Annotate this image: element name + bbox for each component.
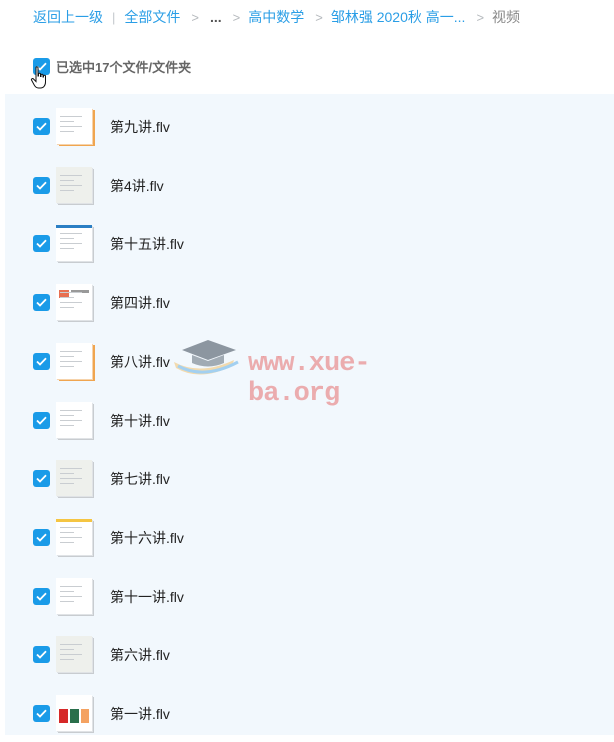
file-thumbnail[interactable] <box>56 695 92 731</box>
back-link[interactable]: 返回上一级 <box>33 7 103 27</box>
file-thumbnail[interactable] <box>56 284 92 321</box>
file-thumbnail[interactable] <box>56 166 92 203</box>
file-checkbox[interactable] <box>33 646 50 664</box>
check-icon <box>36 416 47 425</box>
file-name[interactable]: 第十六讲.flv <box>110 528 184 548</box>
check-icon <box>36 357 47 366</box>
file-name[interactable]: 第十一讲.flv <box>110 587 184 607</box>
file-thumbnail[interactable] <box>56 460 92 497</box>
all-files-link[interactable]: 全部文件 <box>124 7 180 27</box>
file-checkbox[interactable] <box>33 528 50 546</box>
breadcrumb: 返回上一级 | 全部文件 > ... > 高中数学 > 邹林强 2020秋 高一… <box>0 0 614 34</box>
file-name[interactable]: 第九讲.flv <box>110 117 170 137</box>
breadcrumb-current: 视频 <box>492 9 521 25</box>
selection-bar: 已选中17个文件/文件夹 <box>0 46 614 86</box>
file-name[interactable]: 第一讲.flv <box>110 704 170 724</box>
file-row[interactable]: 第七讲.flv <box>5 449 614 507</box>
file-row[interactable]: 第八讲.flv <box>5 332 614 390</box>
check-icon <box>36 592 47 601</box>
file-row[interactable]: 第十一讲.flv <box>5 567 614 625</box>
file-checkbox[interactable] <box>33 235 50 253</box>
breadcrumb-folder-math[interactable]: 高中数学 <box>248 7 304 27</box>
check-icon <box>36 181 47 190</box>
file-checkbox[interactable] <box>33 352 50 370</box>
hand-cursor-icon <box>30 66 46 89</box>
file-checkbox[interactable] <box>33 470 50 488</box>
file-checkbox[interactable] <box>33 705 50 722</box>
file-thumbnail[interactable] <box>56 342 92 379</box>
file-name[interactable]: 第四讲.flv <box>110 293 170 313</box>
file-checkbox[interactable] <box>33 118 50 135</box>
check-icon <box>36 474 47 483</box>
file-thumbnail[interactable] <box>56 577 92 614</box>
file-row[interactable]: 第十五讲.flv <box>5 214 614 272</box>
check-icon <box>36 650 47 660</box>
file-checkbox[interactable] <box>33 587 50 605</box>
check-icon <box>36 239 47 249</box>
file-thumbnail[interactable] <box>56 225 92 262</box>
file-row[interactable]: 第四讲.flv <box>5 273 614 331</box>
file-checkbox[interactable] <box>33 294 50 312</box>
file-row[interactable]: 第十讲.flv <box>5 391 614 449</box>
file-row[interactable]: 第九讲.flv <box>5 97 614 155</box>
file-checkbox[interactable] <box>33 411 50 429</box>
file-thumbnail[interactable] <box>56 636 92 673</box>
selection-count-label: 已选中17个文件/文件夹 <box>56 59 192 75</box>
check-icon <box>36 709 47 718</box>
file-thumbnail[interactable] <box>56 518 92 555</box>
file-row[interactable]: 第十六讲.flv <box>5 508 614 566</box>
file-thumbnail[interactable] <box>56 401 92 438</box>
breadcrumb-folder-course[interactable]: 邹林强 2020秋 高一... <box>331 7 466 27</box>
chevron-right-icon: > <box>476 9 485 25</box>
file-row[interactable]: 第六讲.flv <box>5 625 614 683</box>
file-name[interactable]: 第十讲.flv <box>110 411 170 431</box>
check-icon <box>36 533 47 542</box>
file-name[interactable]: 第六讲.flv <box>110 645 170 665</box>
chevron-right-icon: > <box>232 9 241 25</box>
file-list: 第九讲.flv 第4讲.flv 第十五讲.flv 第四讲.flv 第八讲.flv 第十讲.… <box>5 94 614 735</box>
chevron-right-icon: > <box>315 9 323 25</box>
file-row[interactable]: 第一讲.flv <box>5 684 614 742</box>
file-checkbox[interactable] <box>33 176 50 194</box>
check-icon <box>36 122 47 131</box>
file-name[interactable]: 第4讲.flv <box>110 176 164 196</box>
file-name[interactable]: 第十五讲.flv <box>110 234 184 254</box>
file-name[interactable]: 第七讲.flv <box>110 469 170 489</box>
file-name[interactable]: 第八讲.flv <box>110 352 170 372</box>
file-thumbnail[interactable] <box>56 108 92 144</box>
breadcrumb-ellipsis[interactable]: ... <box>210 9 222 25</box>
check-icon <box>36 298 47 307</box>
chevron-right-icon: > <box>191 9 199 25</box>
breadcrumb-divider: | <box>112 9 116 25</box>
file-row[interactable]: 第4讲.flv <box>5 156 614 214</box>
